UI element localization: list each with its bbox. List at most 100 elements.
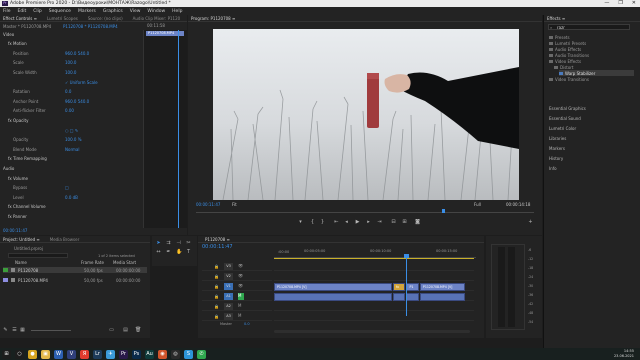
effect-property-value[interactable]: 100.0	[65, 70, 76, 75]
timeline-audio-clip[interactable]	[419, 293, 465, 301]
maximize-button[interactable]: ❐	[618, 0, 622, 7]
timeline-playhead-line[interactable]	[406, 256, 407, 316]
timeline-audio-clip[interactable]	[393, 293, 406, 301]
razor-tool-icon[interactable]: ✂	[186, 241, 191, 246]
timeline-audio-clip[interactable]	[406, 293, 419, 301]
track-select-tool-icon[interactable]: ⇉	[166, 241, 171, 246]
project-item-row[interactable]: P1120708.MP4 50,00 fps 00:00:00:00	[3, 277, 147, 283]
audition-icon[interactable]: Au	[145, 349, 154, 359]
tab-effects[interactable]: Effects ≡	[547, 16, 565, 21]
track-label[interactable]: A2	[224, 303, 233, 310]
extract-button[interactable]: ⊞	[402, 220, 407, 225]
toggle-output-icon[interactable]: 👁	[238, 283, 244, 290]
effects-search-field[interactable]: ⌕ razr	[548, 24, 630, 30]
search-taskbar-icon[interactable]: ○	[15, 349, 24, 359]
column-frame-rate[interactable]: Frame Rate	[81, 260, 104, 265]
tab-source[interactable]: Source: (no clips)	[88, 16, 123, 21]
program-scrub-bar[interactable]	[196, 210, 534, 213]
write-lock-icon[interactable]: ✎	[3, 328, 8, 333]
track-lock-icon[interactable]: 🔒	[214, 314, 219, 319]
project-search-field[interactable]	[8, 253, 68, 258]
ripple-edit-tool-icon[interactable]: ⊣	[176, 241, 181, 246]
effect-property-value[interactable]: 960.0 540.0	[65, 51, 89, 56]
mute-track-icon[interactable]: M	[238, 293, 244, 300]
firefox-icon[interactable]: ◉	[158, 349, 167, 359]
master-clip-selector[interactable]: Master * P1120708.MP4	[3, 24, 61, 29]
timeline-clip[interactable]: fx	[393, 283, 406, 291]
chrome-icon[interactable]: ●	[28, 349, 37, 359]
tab-media-browser[interactable]: Media Browser	[50, 237, 80, 242]
export-frame-button[interactable]: ◙	[415, 220, 420, 225]
tab-lumetri-scopes[interactable]: Lumetri Scopes	[47, 16, 78, 21]
selection-tool-icon[interactable]: ➤	[156, 241, 161, 246]
pen-tool-icon[interactable]: ✒	[166, 250, 171, 255]
close-button[interactable]: ✕	[632, 0, 636, 7]
lift-button[interactable]: ⊟	[391, 220, 396, 225]
vegas-icon[interactable]: V	[67, 349, 76, 359]
menu-file[interactable]: File	[3, 9, 11, 14]
quality-select[interactable]: Full	[474, 202, 481, 207]
timeline-clip[interactable]: P1	[406, 283, 419, 291]
effect-property-value[interactable]: ✓ Uniform Scale	[65, 80, 98, 85]
list-view-icon[interactable]: ☰	[12, 328, 17, 333]
mute-track-icon[interactable]: M	[238, 313, 244, 320]
effect-property-value[interactable]: 100.0 %	[65, 137, 82, 142]
button-editor-plus-icon[interactable]: +	[528, 220, 533, 225]
slip-tool-icon[interactable]: ↔	[156, 250, 161, 255]
menu-view[interactable]: View	[130, 9, 141, 14]
work-area-bar[interactable]	[274, 258, 474, 259]
menu-window[interactable]: Window	[147, 9, 165, 14]
track-lock-icon[interactable]: 🔒	[214, 264, 219, 269]
menu-help[interactable]: Help	[172, 9, 182, 14]
track-lock-icon[interactable]: 🔒	[214, 284, 219, 289]
project-item-row[interactable]: P1120708 50,00 fps 00:00:00:00	[3, 267, 147, 273]
effect-property-value[interactable]: 960.0 540.0	[65, 99, 89, 104]
effects-section-header[interactable]: Libraries	[549, 135, 634, 141]
delete-icon[interactable]: 🗑	[135, 328, 141, 333]
go-to-out-button[interactable]: ⇥	[377, 220, 382, 225]
zoom-fit-select[interactable]: Fit	[232, 202, 237, 207]
effects-tree-item[interactable]: Video Transitions	[549, 76, 634, 82]
track-label[interactable]: V2	[224, 273, 233, 280]
effects-section-header[interactable]: Essential Graphics	[549, 105, 634, 111]
effect-property-value[interactable]: 0.0 dB	[65, 195, 78, 200]
program-playhead[interactable]	[442, 209, 445, 213]
skype-icon[interactable]: S	[184, 349, 193, 359]
toggle-output-icon[interactable]: 👁	[238, 263, 244, 270]
type-tool-icon[interactable]: T	[186, 250, 191, 255]
menu-clip[interactable]: Clip	[33, 9, 42, 14]
tab-program[interactable]: Program: P1120708 ≡	[191, 16, 235, 21]
timeline-ruler[interactable]: 00:00:05:00 00:00:10:00 00:00:15:00	[274, 246, 476, 258]
mini-playhead[interactable]	[178, 30, 179, 228]
cinema-icon[interactable]: ◎	[171, 349, 180, 359]
track-label[interactable]: V1	[224, 283, 233, 290]
toggle-output-icon[interactable]: 👁	[238, 273, 244, 280]
thumbnail-zoom-slider[interactable]	[31, 330, 71, 331]
new-bin-icon[interactable]: ▭	[109, 328, 114, 333]
step-forward-button[interactable]: ▸	[366, 220, 371, 225]
track-lock-icon[interactable]: 🔒	[214, 294, 219, 299]
timeline-clip[interactable]: P1120708.MP4 [V]	[274, 283, 393, 291]
windows-start-icon[interactable]: ⊞	[2, 349, 11, 359]
timeline-playhead-head[interactable]	[404, 254, 409, 258]
menu-edit[interactable]: Edit	[18, 9, 27, 14]
mute-track-icon[interactable]: M	[238, 303, 244, 310]
play-button[interactable]: ▶	[355, 220, 360, 225]
lightroom-icon[interactable]: Lr	[93, 349, 102, 359]
effects-section-header[interactable]: Essential Sound	[549, 115, 634, 121]
track-label[interactable]: A1	[224, 293, 233, 300]
effects-section-header[interactable]: Lumetri Color	[549, 125, 634, 131]
effect-property-value[interactable]: 0.0	[65, 89, 71, 94]
word-icon[interactable]: W	[54, 349, 63, 359]
step-back-button[interactable]: ◂	[344, 220, 349, 225]
effects-section-header[interactable]: History	[549, 155, 634, 161]
mark-out-button[interactable]: }	[320, 220, 325, 225]
add-marker-button[interactable]: ▾	[298, 220, 303, 225]
clock-date[interactable]: 23.06.2021	[614, 354, 634, 359]
menu-graphics[interactable]: Graphics	[103, 9, 123, 14]
effects-section-header[interactable]: Info	[549, 165, 634, 171]
effect-property-value[interactable]: ○ □ ✎	[65, 128, 78, 133]
effects-section-header[interactable]: Markers	[549, 145, 634, 151]
menu-sequence[interactable]: Sequence	[49, 9, 71, 14]
hand-tool-icon[interactable]: ✋	[176, 250, 182, 255]
